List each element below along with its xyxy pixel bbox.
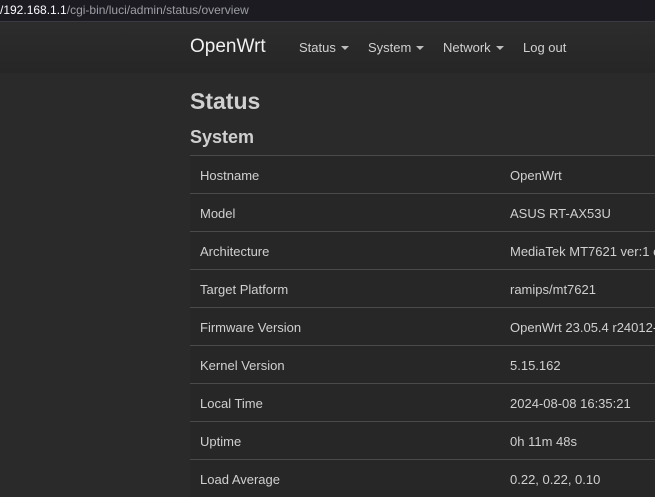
row-value: ramips/mt7621 — [510, 282, 596, 297]
row-value: 5.15.162 — [510, 358, 561, 373]
chevron-down-icon — [495, 45, 504, 50]
table-row-uptime: Uptime 0h 11m 48s — [190, 421, 655, 459]
row-key: Architecture — [200, 244, 270, 259]
page-title: Status — [190, 88, 261, 114]
row-key: Kernel Version — [200, 358, 285, 373]
menu-status[interactable]: Status — [299, 40, 349, 56]
row-key: Load Average — [200, 472, 280, 487]
row-value: 0h 11m 48s — [510, 434, 577, 449]
browser-address-bar[interactable]: /192.168.1.1/cgi-bin/luci/admin/status/o… — [0, 0, 655, 22]
address-url[interactable]: /192.168.1.1/cgi-bin/luci/admin/status/o… — [0, 3, 249, 18]
row-value: 2024-08-08 16:35:21 — [510, 396, 631, 411]
menu-network-label: Network — [443, 40, 491, 55]
table-row-firmware-version: Firmware Version OpenWrt 23.05.4 r24012-… — [190, 307, 655, 345]
system-info-table: Hostname OpenWrt Model ASUS RT-AX53U Arc… — [190, 155, 655, 497]
row-key: Uptime — [200, 434, 242, 449]
row-key: Local Time — [200, 396, 263, 411]
table-row-local-time: Local Time 2024-08-08 16:35:21 — [190, 383, 655, 421]
url-path: /cgi-bin/luci/admin/status/overview — [66, 3, 249, 17]
table-row-hostname: Hostname OpenWrt — [190, 155, 655, 193]
chevron-down-icon — [416, 45, 425, 50]
row-key: Model — [200, 206, 236, 221]
menu-status-label: Status — [299, 40, 336, 55]
row-value: OpenWrt 23.05.4 r24012-d8dd03c46f — [510, 320, 655, 335]
menu-system[interactable]: System — [368, 40, 425, 56]
table-row-kernel-version: Kernel Version 5.15.162 — [190, 345, 655, 383]
table-row-model: Model ASUS RT-AX53U — [190, 193, 655, 231]
brand-logo[interactable]: OpenWrt — [190, 35, 266, 59]
table-row-architecture: Architecture MediaTek MT7621 ver:1 eco:4 — [190, 231, 655, 269]
row-value: ASUS RT-AX53U — [510, 206, 611, 221]
menu-logout[interactable]: Log out — [523, 40, 566, 56]
table-row-target-platform: Target Platform ramips/mt7621 — [190, 269, 655, 307]
top-navbar: OpenWrt Status System Network Log out — [0, 23, 655, 73]
row-key: Target Platform — [200, 282, 289, 297]
row-value: 0.22, 0.22, 0.10 — [510, 472, 601, 487]
row-key: Hostname — [200, 168, 260, 183]
row-value: MediaTek MT7621 ver:1 eco:4 — [510, 244, 655, 259]
chevron-down-icon — [340, 45, 349, 50]
row-value: OpenWrt — [510, 168, 562, 183]
menu-logout-label: Log out — [523, 40, 567, 55]
table-row-load-average: Load Average 0.22, 0.22, 0.10 — [190, 459, 655, 497]
url-host: /192.168.1.1 — [0, 3, 67, 17]
section-title-system: System — [190, 127, 255, 147]
menu-network[interactable]: Network — [443, 40, 504, 56]
menu-system-label: System — [368, 40, 412, 55]
row-key: Firmware Version — [200, 320, 302, 335]
